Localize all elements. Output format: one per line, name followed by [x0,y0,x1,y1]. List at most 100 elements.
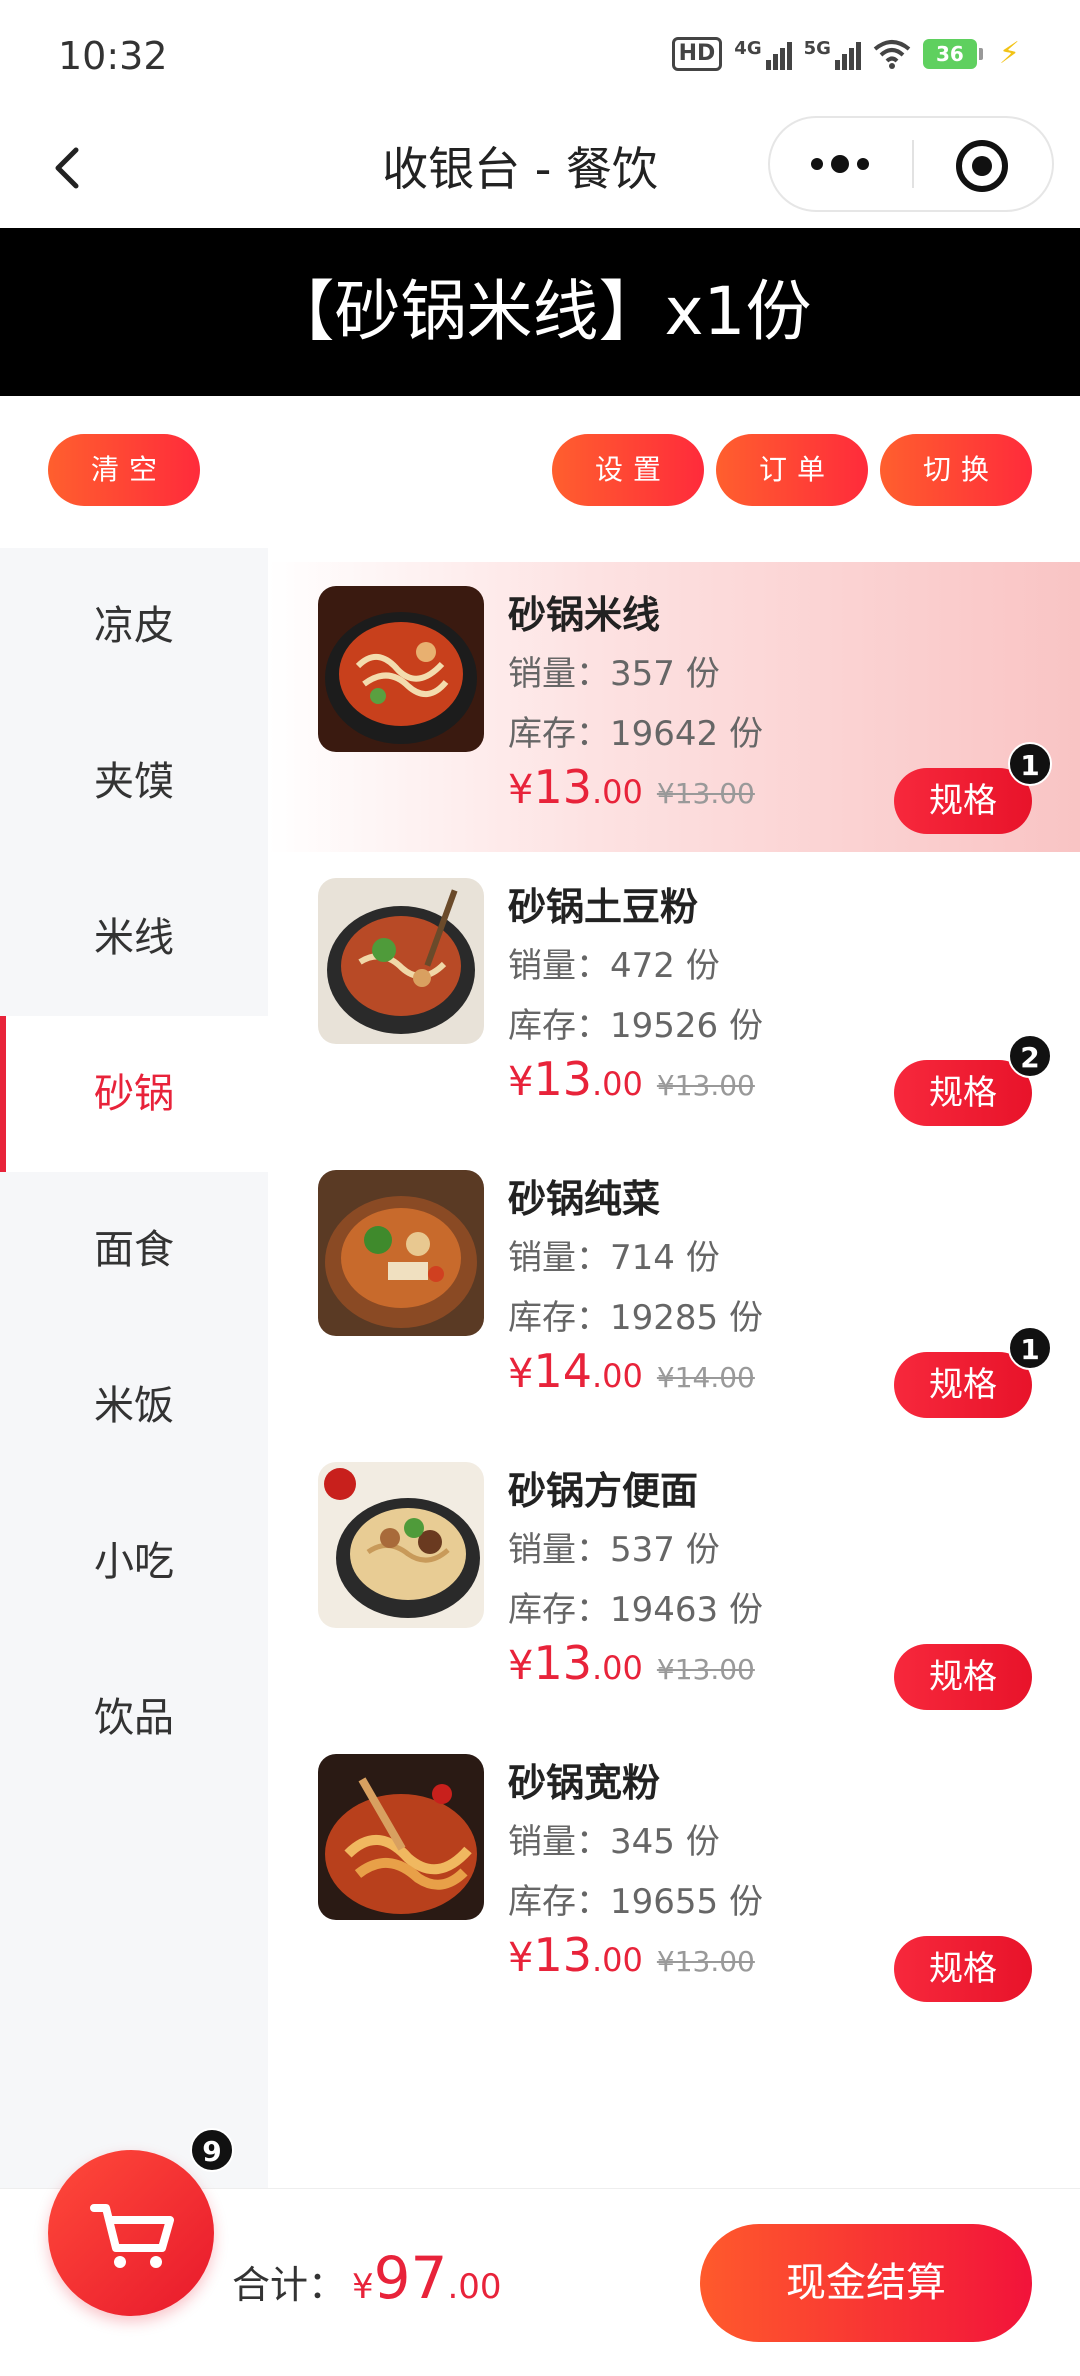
product-item[interactable]: 砂锅宽粉 销量：345 份 库存：19655 份 ¥ 13 .00 ¥13.00… [268,1730,1080,2020]
product-item[interactable]: 砂锅纯菜 销量：714 份 库存：19285 份 ¥ 14 .00 ¥14.00… [268,1146,1080,1436]
close-mini-program-icon[interactable] [956,140,1008,192]
original-price: ¥13.00 [656,777,755,810]
product-price: ¥ 13 .00 ¥13.00 [508,1052,755,1106]
product-sales: 销量：714 份 [508,1238,720,1278]
product-price: ¥ 13 .00 ¥13.00 [508,760,755,814]
product-sales: 销量：357 份 [508,654,720,694]
product-stock: 库存：19526 份 [508,1006,763,1046]
mini-program-capsule [768,116,1054,212]
total-integer: 97 [373,2244,448,2312]
product-sales: 销量：472 份 [508,946,720,986]
quantity-badge: 1 [1008,742,1052,786]
battery-level: 36 [922,38,977,69]
price-decimal: .00 [592,1065,643,1103]
product-stock: 库存：19642 份 [508,714,763,754]
cart-icon [90,2204,174,2268]
product-image [318,586,484,752]
price-decimal: .00 [592,1941,643,1979]
price-integer: 13 [533,760,592,814]
hd-indicator: HD [671,36,723,71]
category-item-liangpi[interactable]: 凉皮 [0,548,268,704]
price-currency: ¥ [508,767,534,813]
cart-button[interactable] [48,2150,214,2316]
price-integer: 13 [533,1636,592,1690]
price-currency: ¥ [508,1059,534,1105]
price-decimal: .00 [592,1357,643,1395]
price-decimal: .00 [592,1649,643,1687]
action-row: 清空 设置 订单 切换 [0,396,1080,548]
product-image [318,1462,484,1628]
clear-button[interactable]: 清空 [48,434,200,506]
product-price: ¥ 13 .00 ¥13.00 [508,1928,755,1982]
total-decimal: .00 [447,2267,502,2307]
product-item[interactable]: 砂锅方便面 销量：537 份 库存：19463 份 ¥ 13 .00 ¥13.0… [268,1438,1080,1728]
product-name: 砂锅方便面 [508,1469,699,1513]
price-integer: 14 [533,1344,592,1398]
product-price: ¥ 14 .00 ¥14.00 [508,1344,755,1398]
cart-count-badge: 9 [190,2128,234,2172]
category-item-xiaochi[interactable]: 小吃 [0,1484,268,1640]
signal-label-5g: 5G [803,37,831,59]
switch-button[interactable]: 切换 [880,434,1032,506]
product-name: 砂锅米线 [508,593,661,637]
price-currency: ¥ [508,1351,534,1397]
spec-button[interactable]: 规格 [894,768,1032,834]
cell-signal-icon: 5G [804,38,861,70]
product-image [318,878,484,1044]
category-item-mixian[interactable]: 米线 [0,860,268,1016]
spec-button[interactable]: 规格 [894,1352,1032,1418]
total-label: 合计： [232,2263,347,2307]
quantity-badge: 2 [1008,1034,1052,1078]
category-item-shaguo[interactable]: 砂锅 [0,1016,268,1172]
product-name: 砂锅纯菜 [508,1177,661,1221]
category-item-yinpin[interactable]: 饮品 [0,1640,268,1796]
spec-button[interactable]: 规格 [894,1644,1032,1710]
product-stock: 库存：19655 份 [508,1882,763,1922]
quantity-badge: 1 [1008,1326,1052,1370]
more-icon[interactable] [770,118,910,210]
product-stock: 库存：19463 份 [508,1590,763,1630]
cash-checkout-button[interactable]: 现金结算 [700,2224,1032,2342]
product-item[interactable]: 砂锅米线 销量：357 份 库存：19642 份 ¥ 13 .00 ¥13.00… [268,562,1080,852]
cart-total: 合计： ¥ 97 .00 [232,2244,502,2312]
product-name: 砂锅宽粉 [508,1761,661,1805]
category-item-mianshi[interactable]: 面食 [0,1172,268,1328]
last-added-banner: 【砂锅米线】x1份 [0,228,1080,396]
price-decimal: .00 [592,773,643,811]
category-item-jiamo[interactable]: 夹馍 [0,704,268,860]
status-time: 10:32 [58,34,168,78]
product-item[interactable]: 砂锅土豆粉 销量：472 份 库存：19526 份 ¥ 13 .00 ¥13.0… [268,854,1080,1144]
price-currency: ¥ [508,1935,534,1981]
signal-label-4g: 4G [734,37,762,59]
product-name: 砂锅土豆粉 [508,885,699,929]
original-price: ¥13.00 [656,1653,755,1686]
product-sales: 销量：537 份 [508,1530,720,1570]
total-currency: ¥ [352,2267,374,2307]
product-image [318,1170,484,1336]
wifi-icon [873,39,911,69]
price-integer: 13 [533,1052,592,1106]
settings-button[interactable]: 设置 [552,434,704,506]
category-item-mifan[interactable]: 米饭 [0,1328,268,1484]
spec-button[interactable]: 规格 [894,1936,1032,2002]
status-icons: HD 4G 5G 36 ⚡ [671,36,1020,71]
status-bar: 10:32 HD 4G 5G 36 ⚡ [0,0,1080,110]
charging-icon: ⚡ [998,36,1020,71]
original-price: ¥13.00 [656,1069,755,1102]
price-integer: 13 [533,1928,592,1982]
product-price: ¥ 13 .00 ¥13.00 [508,1636,755,1690]
original-price: ¥13.00 [656,1945,755,1978]
cell-signal-icon: 4G [734,37,792,70]
product-stock: 库存：19285 份 [508,1298,763,1338]
spec-button[interactable]: 规格 [894,1060,1032,1126]
orders-button[interactable]: 订单 [716,434,868,506]
nav-bar: 收银台 - 餐饮 [0,110,1080,228]
category-sidebar: 凉皮 夹馍 米线 砂锅 面食 米饭 小吃 饮品 [0,548,268,2188]
product-list: 砂锅米线 销量：357 份 库存：19642 份 ¥ 13 .00 ¥13.00… [268,548,1080,2188]
product-sales: 销量：345 份 [508,1822,720,1862]
capsule-divider [912,140,914,188]
product-image [318,1754,484,1920]
original-price: ¥14.00 [656,1361,755,1394]
price-currency: ¥ [508,1643,534,1689]
battery-icon: 36 [922,38,983,69]
